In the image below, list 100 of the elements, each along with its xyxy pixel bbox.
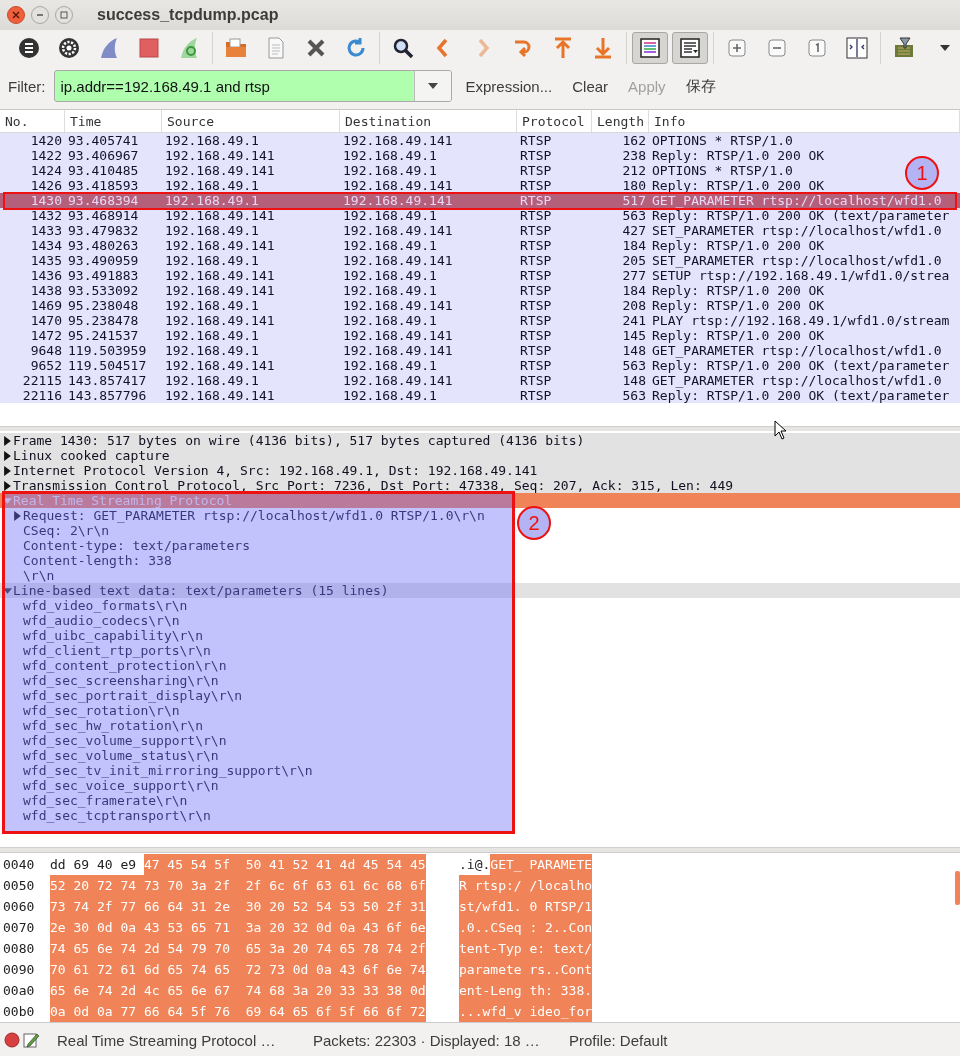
table-cell-text: RTSP — [519, 148, 552, 163]
edit-icon[interactable] — [22, 1031, 40, 1049]
table-cell-text: 1470 — [29, 313, 63, 328]
table-cell-text: 93.418593 — [67, 178, 139, 193]
table-cell-text: 192.168.49.1 — [342, 358, 437, 373]
filter-button[interactable]: 保存 — [679, 76, 722, 96]
hex-bytes[interactable]: dd 69 40 e9 — [50, 854, 137, 875]
table-cell-text: 1430 — [29, 193, 63, 208]
tree-item[interactable]: CSeq: 2\r\n — [13, 523, 110, 538]
close-button[interactable] — [7, 6, 25, 24]
table-cell-text: 93.533092 — [67, 283, 139, 298]
table-cell-text: 192.168.49.1 — [164, 193, 259, 208]
autoscroll-icon — [678, 36, 702, 60]
tree-item[interactable]: wfd_client_rtp_ports\r\n — [13, 643, 211, 658]
table-cell-text: 563 — [621, 388, 647, 403]
table-cell-text: 192.168.49.1 — [164, 373, 259, 388]
column-header[interactable]: Protocol — [517, 110, 592, 132]
minimize-icon — [36, 11, 44, 19]
tree-item[interactable]: wfd_sec_hw_rotation\r\n — [13, 718, 203, 733]
table-cell-text: 93.405741 — [67, 133, 139, 148]
table-cell-text: 192.168.49.141 — [164, 313, 275, 328]
table-cell-text: 22116 — [21, 388, 63, 403]
byte-offset: 00a0 — [2, 983, 36, 998]
tree-item[interactable]: wfd_sec_tv_init_mirroring_support\r\n — [13, 763, 313, 778]
tree-item[interactable]: wfd_audio_codecs\r\n — [13, 613, 180, 628]
column-header[interactable]: Time — [65, 110, 162, 132]
table-cell-text: 192.168.49.141 — [164, 148, 275, 163]
table-cell-text: 1469 — [29, 298, 63, 313]
table-cell-text: RTSP — [519, 298, 552, 313]
status-dot-icon[interactable] — [4, 1032, 20, 1048]
expand-arrow-icon[interactable] — [3, 465, 12, 476]
table-cell-text: 93.490959 — [67, 253, 139, 268]
tree-item[interactable]: \r\n — [13, 568, 55, 583]
table-cell-text: 192.168.49.1 — [164, 298, 259, 313]
collapse-arrow-icon[interactable] — [3, 585, 12, 596]
table-cell-text: 9652 — [29, 358, 63, 373]
table-cell-text: 119.504517 — [67, 358, 147, 373]
caret-icon[interactable] — [940, 45, 950, 51]
tree-item[interactable]: wfd_sec_volume_support\r\n — [13, 733, 227, 748]
filter-label: Filter: — [8, 77, 46, 95]
scrollbar-thumb[interactable] — [955, 871, 960, 905]
caret-icon[interactable] — [427, 83, 438, 89]
expand-arrow-icon[interactable] — [3, 435, 12, 446]
table-cell-text: 212 — [621, 163, 647, 178]
table-cell-text: Reply: RTSP/1.0 200 OK — [651, 283, 825, 298]
autoscroll-button[interactable] — [672, 32, 708, 64]
table-cell-text: 1422 — [29, 148, 63, 163]
column-header[interactable]: Destination — [340, 110, 517, 132]
tree-item[interactable]: wfd_sec_volume_status\r\n — [13, 748, 219, 763]
expand-arrow-icon[interactable] — [13, 510, 22, 521]
table-cell-text: 192.168.49.141 — [164, 208, 275, 223]
table-cell-text: 9648 — [29, 343, 63, 358]
tree-item[interactable]: wfd_sec_rotation\r\n — [13, 703, 180, 718]
table-cell-text: 192.168.49.1 — [164, 133, 259, 148]
table-cell-text: 93.406967 — [67, 148, 139, 163]
table-cell-text: OPTIONS * RTSP/1.0 — [651, 133, 793, 148]
byte-offset: 0070 — [2, 920, 36, 935]
column-header[interactable]: No. — [0, 110, 65, 132]
tree-item[interactable]: Content-type: text/parameters — [13, 538, 250, 553]
tree-item[interactable]: Content-length: 338 — [13, 553, 172, 568]
tree-item[interactable]: Linux cooked capture — [3, 448, 170, 463]
table-cell-text: 192.168.49.1 — [342, 388, 437, 403]
column-header[interactable]: Source — [162, 110, 340, 132]
filter-button[interactable]: Clear — [566, 77, 615, 95]
table-cell-text: RTSP — [519, 328, 552, 343]
table-cell-text: 192.168.49.141 — [164, 358, 275, 373]
column-header[interactable]: Length — [592, 110, 649, 132]
tree-item[interactable]: wfd_sec_tcptransport\r\n — [13, 808, 211, 823]
byte-offset: 0060 — [2, 899, 36, 914]
table-cell-text: 93.468394 — [67, 193, 139, 208]
table-cell-text: 192.168.49.141 — [164, 388, 275, 403]
collapse-arrow-icon[interactable] — [3, 495, 12, 506]
expand-arrow-icon[interactable] — [3, 450, 12, 461]
maximize-icon — [60, 11, 68, 19]
tree-item[interactable]: Request: GET_PARAMETER rtsp://localhost/wfd1.0 RTSP/1.0\r\n — [13, 508, 485, 523]
table-cell-text: 95.238478 — [67, 313, 139, 328]
minimize-button[interactable] — [31, 6, 49, 24]
tree-item[interactable]: wfd_sec_framerate\r\n — [13, 793, 188, 808]
tree-item[interactable]: wfd_content_protection\r\n — [13, 658, 227, 673]
tree-item[interactable]: wfd_video_formats\r\n — [13, 598, 188, 613]
table-cell-text: 192.168.49.141 — [342, 193, 453, 208]
tree-item[interactable]: wfd_sec_portrait_display\r\n — [13, 688, 243, 703]
filter-button[interactable]: Expression... — [459, 77, 559, 95]
profile-label[interactable]: Profile: Default — [569, 1031, 668, 1049]
table-cell-text: Reply: RTSP/1.0 200 OK — [651, 238, 825, 253]
column-header[interactable]: Info — [649, 110, 960, 132]
colorize-button[interactable] — [632, 32, 668, 64]
tree-item[interactable]: wfd_sec_screensharing\r\n — [13, 673, 219, 688]
table-cell-text: Reply: RTSP/1.0 200 OK (text/parameter — [651, 388, 950, 403]
expand-arrow-icon[interactable] — [3, 480, 12, 491]
filter-field[interactable]: ip.addr==192.168.49.1 and rtsp — [53, 70, 452, 102]
tree-item[interactable]: wfd_uibc_capability\r\n — [13, 628, 203, 643]
table-cell-text: PLAY rtsp://192.168.49.1/wfd1.0/stream — [651, 313, 950, 328]
maximize-button[interactable] — [55, 6, 73, 24]
tree-item[interactable]: wfd_sec_voice_support\r\n — [13, 778, 219, 793]
ascii-bytes[interactable]: .i@. — [459, 854, 491, 875]
table-cell-text: 192.168.49.141 — [342, 298, 453, 313]
table-cell-text: 192.168.49.1 — [342, 163, 437, 178]
table-cell-text: 192.168.49.141 — [342, 223, 453, 238]
table-cell-text: GET_PARAMETER rtsp://localhost/wfd1.0 — [651, 373, 942, 388]
